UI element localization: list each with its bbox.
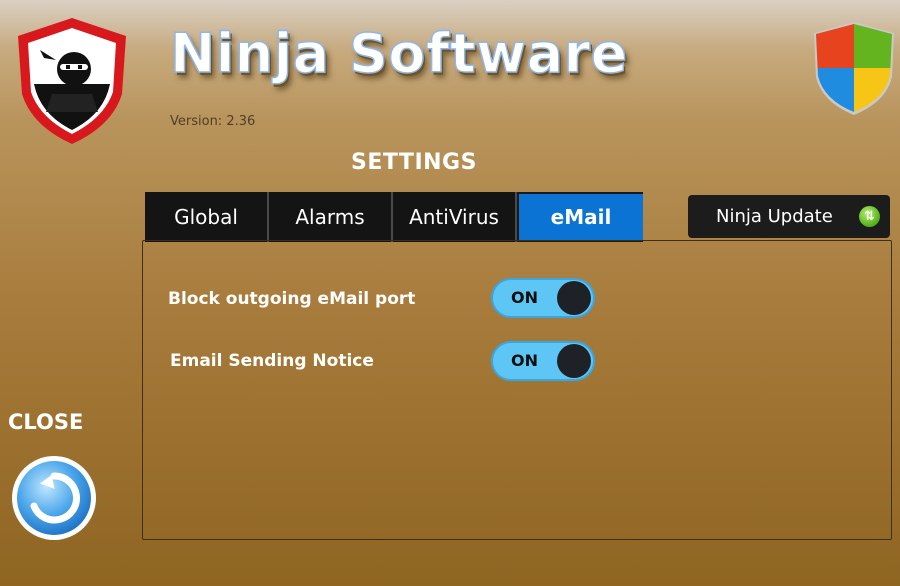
app-title: Ninja Software [169, 21, 628, 86]
tab-antivirus[interactable]: AntiVirus [393, 192, 517, 242]
email-sending-notice-toggle[interactable]: ON [491, 341, 595, 381]
version-label: Version: 2.36 [170, 114, 256, 129]
tab-email[interactable]: eMail [517, 192, 643, 242]
close-label: CLOSE [8, 410, 84, 434]
email-sending-notice-label: Email Sending Notice [170, 351, 374, 371]
block-email-port-label: Block outgoing eMail port [168, 289, 416, 309]
ninja-logo [12, 14, 132, 148]
toggle-knob [557, 344, 591, 378]
tab-global[interactable]: Global [145, 192, 269, 242]
toggle-state-text: ON [511, 288, 538, 307]
refresh-icon: ⇅ [859, 206, 880, 227]
ninja-update-button[interactable]: Ninja Update ⇅ [688, 195, 890, 238]
windows-shield-icon [812, 20, 896, 116]
tab-alarms[interactable]: Alarms [269, 192, 393, 242]
toggle-state-text: ON [511, 351, 538, 370]
block-email-port-toggle[interactable]: ON [491, 278, 595, 318]
ninja-update-label: Ninja Update [716, 206, 833, 227]
close-button[interactable] [10, 454, 98, 542]
email-settings-panel: Block outgoing eMail port ON Email Sendi… [142, 240, 892, 540]
toggle-knob [557, 281, 591, 315]
settings-heading: SETTINGS [351, 150, 477, 175]
settings-tabs: Global Alarms AntiVirus eMail [145, 192, 643, 242]
back-arrow-icon [12, 456, 96, 540]
